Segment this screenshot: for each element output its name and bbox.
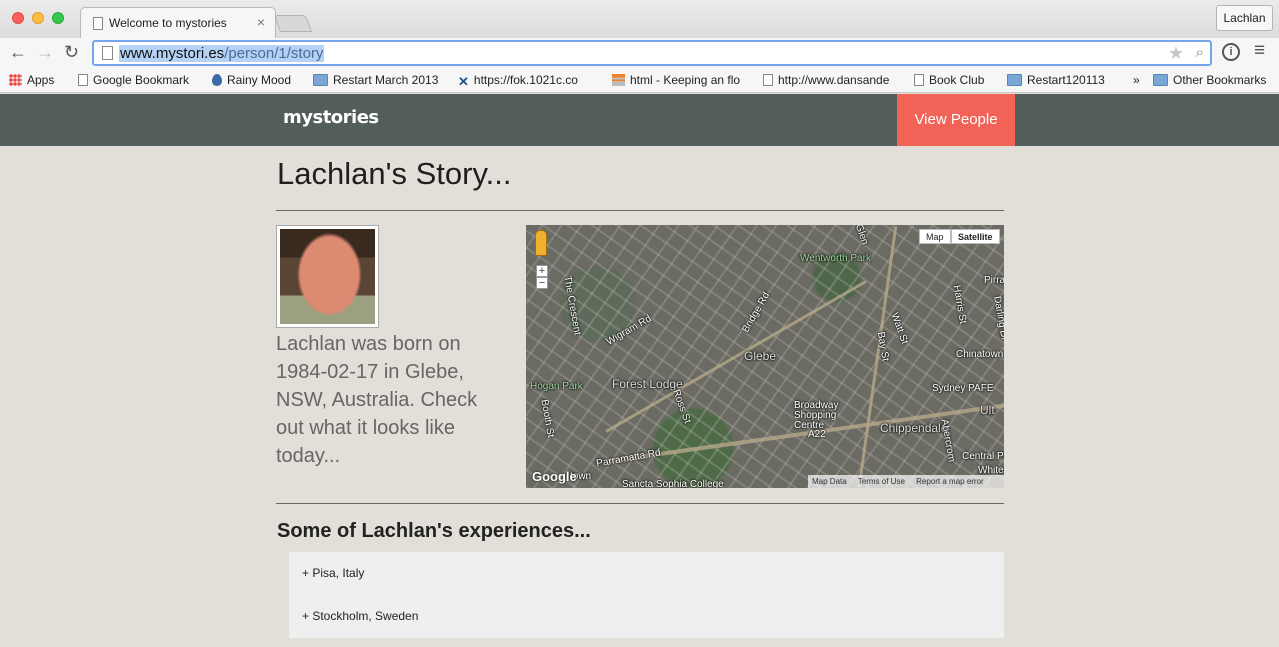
site-logo[interactable]: mystories (283, 107, 379, 128)
map-label: Parramatta Rd (595, 447, 662, 470)
search-icon[interactable]: ⌕ (1196, 44, 1204, 61)
map-label: The Crescent (561, 274, 583, 337)
avatar (276, 225, 379, 328)
map-label: Harris St (950, 284, 969, 325)
browser-titlebar: Welcome to mystories × Lachlan (0, 0, 1279, 38)
page-icon (78, 74, 88, 86)
tab-title: Welcome to mystories (109, 16, 227, 30)
terms-of-use-link[interactable]: Terms of Use (858, 477, 905, 486)
map-label: Pirra (984, 275, 1004, 286)
profile-photo (280, 229, 375, 324)
page-icon (93, 17, 103, 30)
map-label: Wigram Rd (604, 313, 654, 348)
browser-toolbar: ← → ↻ www.mystori.es/person/1/story ★ ⌕ … (0, 38, 1279, 69)
experiences-list: + Pisa, Italy + Stockholm, Sweden (289, 552, 1004, 638)
map-label: Watt St (888, 311, 910, 346)
bookmarks-bar: Apps Google Bookmark Rainy Mood Restart … (0, 69, 1279, 93)
bookmark-restart-march[interactable]: Restart March 2013 (313, 73, 438, 87)
raindrop-icon (212, 74, 222, 86)
url-domain: www.mystori.es (120, 45, 225, 62)
map-label: Central Park (962, 451, 1004, 462)
page-icon (914, 74, 924, 86)
page-title: Lachlan's Story... (277, 156, 512, 191)
page-icon (102, 46, 113, 60)
folder-icon (313, 74, 328, 86)
bookmark-star-icon[interactable]: ★ (1168, 43, 1184, 64)
profile-button[interactable]: Lachlan (1216, 5, 1273, 31)
new-tab-button[interactable] (273, 15, 313, 32)
map-label: Glebe (744, 349, 777, 363)
bookmarks-overflow-button[interactable]: » (1133, 73, 1140, 87)
url-path: /person/1/story (224, 45, 324, 62)
folder-icon (1007, 74, 1022, 86)
bookmark-other[interactable]: Other Bookmarks (1153, 73, 1266, 87)
divider (276, 503, 1004, 504)
map-label: Hogan Park (530, 381, 583, 392)
google-logo: Google (532, 469, 577, 484)
map-type-map-button[interactable]: Map (919, 229, 951, 244)
map-label: Darling Dr (991, 295, 1004, 342)
browser-tab[interactable]: Welcome to mystories × (80, 7, 276, 38)
experience-item[interactable]: + Pisa, Italy (302, 566, 364, 580)
divider (276, 210, 1004, 211)
map-label: Booth St (538, 398, 556, 439)
map-label: Glen (852, 225, 871, 247)
menu-icon[interactable]: ≡ (1254, 40, 1265, 62)
close-window-button[interactable] (12, 12, 24, 24)
folder-icon (1153, 74, 1168, 86)
bookmark-stackoverflow[interactable]: html - Keeping an flo (612, 73, 746, 87)
bookmark-restart120113[interactable]: Restart120113 (1007, 73, 1105, 87)
close-tab-icon[interactable]: × (257, 14, 265, 30)
map-type-satellite-button[interactable]: Satellite (951, 229, 1000, 244)
bookmark-dansande[interactable]: http://www.dansande (763, 73, 899, 87)
zoom-in-button[interactable]: + (536, 265, 548, 277)
site-navbar: mystories View People (0, 94, 1279, 146)
map-data-link[interactable]: Map Data (812, 477, 847, 486)
bio-text: Lachlan was born on 1984-02-17 in Glebe,… (276, 333, 478, 467)
forward-arrow-icon[interactable]: → (36, 42, 54, 63)
address-bar[interactable]: www.mystori.es/person/1/story ★ ⌕ (92, 40, 1212, 66)
zoom-window-button[interactable] (52, 12, 64, 24)
map-label: Ross St (670, 388, 693, 425)
map-label: Broadway Shopping Centre (794, 400, 839, 431)
info-icon[interactable]: i (1222, 43, 1240, 61)
experience-item[interactable]: + Stockholm, Sweden (302, 609, 418, 623)
stackoverflow-icon (612, 74, 625, 86)
bookmark-book-club[interactable]: Book Club (914, 73, 984, 87)
map-label: Bridge Rd (740, 290, 773, 335)
map-label: Sydney PAFE (932, 383, 994, 394)
bookmark-rainy-mood[interactable]: Rainy Mood (212, 73, 291, 87)
map-label: Ult (980, 403, 995, 417)
url-text[interactable]: www.mystori.es/person/1/story (119, 45, 325, 62)
map-footer: Map Data Terms of Use Report a map error (808, 475, 1004, 488)
page-icon (763, 74, 773, 86)
back-arrow-icon[interactable]: ← (9, 42, 27, 63)
report-map-error-link[interactable]: Report a map error (916, 477, 984, 486)
reload-icon[interactable]: ↻ (64, 42, 79, 63)
map-label: Chippendale (880, 421, 948, 435)
map-road (857, 226, 898, 487)
bookmark-google[interactable]: Google Bookmark (78, 73, 189, 87)
satellite-map[interactable]: + − Map Satellite Wentworth Park The Cre… (526, 225, 1004, 488)
map-label: Sancta Sophia College (622, 479, 724, 488)
zoom-out-button[interactable]: − (536, 277, 548, 289)
pegman-icon[interactable] (535, 230, 547, 256)
map-label: Forest Lodge (612, 377, 683, 391)
bookmark-fok[interactable]: ✕ https://fok.1021c.co (458, 73, 600, 90)
map-label: Wentworth Park (800, 253, 871, 264)
x-icon: ✕ (458, 74, 469, 89)
minimize-window-button[interactable] (32, 12, 44, 24)
view-people-button[interactable]: View People (897, 94, 1015, 146)
experiences-heading: Some of Lachlan's experiences... (277, 520, 591, 542)
apps-icon (9, 74, 22, 86)
bookmark-apps[interactable]: Apps (9, 73, 54, 87)
map-label: Abercrom (938, 418, 957, 463)
map-label: Chinatown (956, 349, 1004, 360)
